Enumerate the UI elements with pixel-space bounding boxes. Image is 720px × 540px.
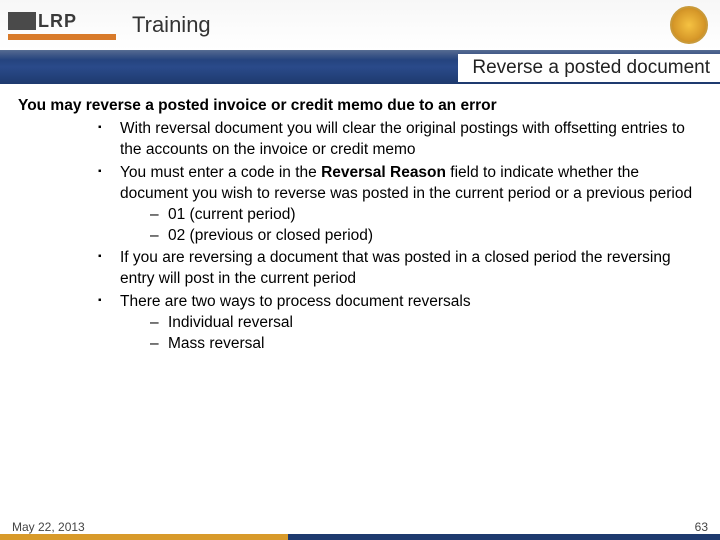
- list-item: There are two ways to process document r…: [98, 292, 702, 355]
- intro-text: You may reverse a posted invoice or cred…: [18, 96, 702, 117]
- bullet-text-pre: You must enter a code in the: [120, 164, 321, 181]
- bullet-text: 02 (previous or closed period): [168, 227, 373, 244]
- sub-list: Individual reversal Mass reversal: [120, 313, 702, 355]
- logo: LRP: [0, 0, 120, 50]
- footer-band: [0, 534, 720, 540]
- footer-date: May 22, 2013: [12, 520, 85, 534]
- list-item: 01 (current period): [150, 205, 702, 226]
- bullet-text: Mass reversal: [168, 335, 264, 352]
- bullet-list: With reversal document you will clear th…: [18, 119, 702, 355]
- header: LRP Training: [0, 0, 720, 50]
- bullet-text: Individual reversal: [168, 314, 293, 331]
- seal-icon: [670, 6, 708, 44]
- page-number: 63: [695, 520, 708, 534]
- list-item: You must enter a code in the Reversal Re…: [98, 163, 702, 247]
- bullet-text: If you are reversing a document that was…: [120, 249, 671, 287]
- list-item: Mass reversal: [150, 334, 702, 355]
- list-item: With reversal document you will clear th…: [98, 119, 702, 161]
- logo-tagline: [8, 34, 116, 40]
- sub-list: 01 (current period) 02 (previous or clos…: [120, 205, 702, 247]
- content: You may reverse a posted invoice or cred…: [0, 84, 720, 355]
- logo-mark: [8, 12, 36, 30]
- bullet-text-bold: Reversal Reason: [321, 164, 446, 181]
- logo-text: LRP: [38, 11, 77, 32]
- slide-title: Reverse a posted document: [458, 54, 720, 82]
- list-item: 02 (previous or closed period): [150, 226, 702, 247]
- list-item: If you are reversing a document that was…: [98, 248, 702, 290]
- bullet-text: 01 (current period): [168, 206, 296, 223]
- page-title: Training: [120, 12, 211, 38]
- subheader-band: Reverse a posted document: [0, 50, 720, 84]
- bullet-text: With reversal document you will clear th…: [120, 120, 685, 158]
- bullet-text: There are two ways to process document r…: [120, 293, 471, 310]
- list-item: Individual reversal: [150, 313, 702, 334]
